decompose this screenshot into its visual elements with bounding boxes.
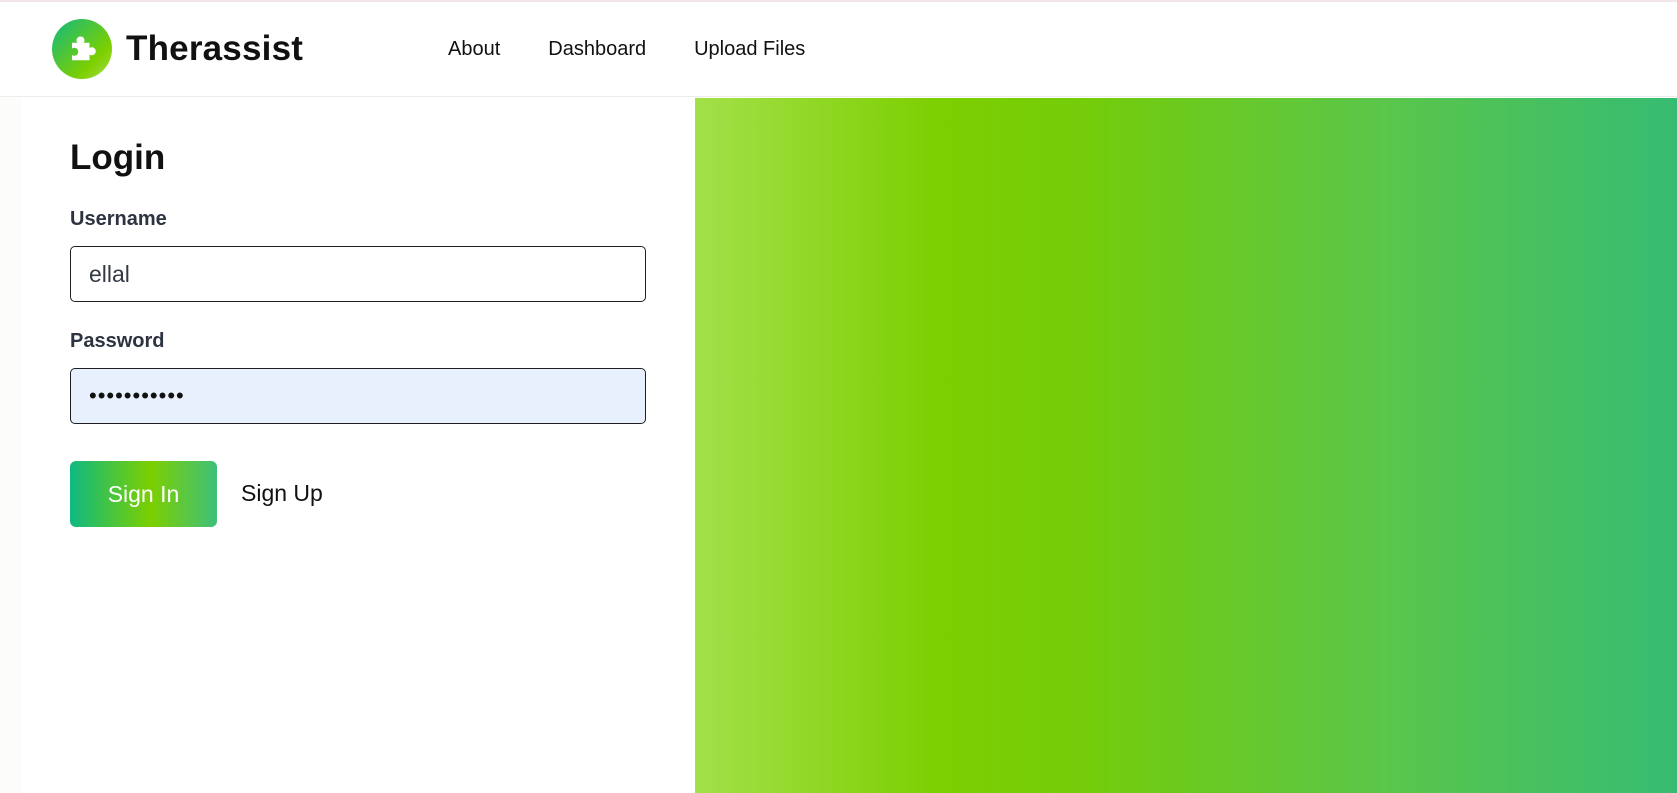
password-label: Password	[70, 330, 165, 352]
puzzle-piece-icon	[52, 19, 112, 79]
login-form: Login Username Password ••••••••••• Sign…	[21, 98, 695, 793]
sign-in-button[interactable]: Sign In	[70, 461, 217, 527]
page-title: Login	[70, 138, 166, 177]
sign-up-link[interactable]: Sign Up	[241, 480, 323, 507]
username-label: Username	[70, 208, 167, 230]
username-input[interactable]	[70, 246, 646, 302]
hero-gradient-panel	[695, 98, 1677, 793]
left-gutter	[0, 98, 21, 793]
navbar: Therassist About Dashboard Upload Files	[0, 2, 1677, 97]
password-mask: •••••••••••	[89, 383, 185, 408]
brand[interactable]: Therassist	[52, 19, 303, 79]
nav-link-upload-files[interactable]: Upload Files	[694, 38, 805, 61]
nav-link-about[interactable]: About	[448, 38, 500, 61]
nav-link-dashboard[interactable]: Dashboard	[548, 38, 646, 61]
password-input[interactable]: •••••••••••	[70, 368, 646, 424]
nav-links: About Dashboard Upload Files	[448, 38, 853, 61]
brand-name: Therassist	[126, 29, 304, 68]
